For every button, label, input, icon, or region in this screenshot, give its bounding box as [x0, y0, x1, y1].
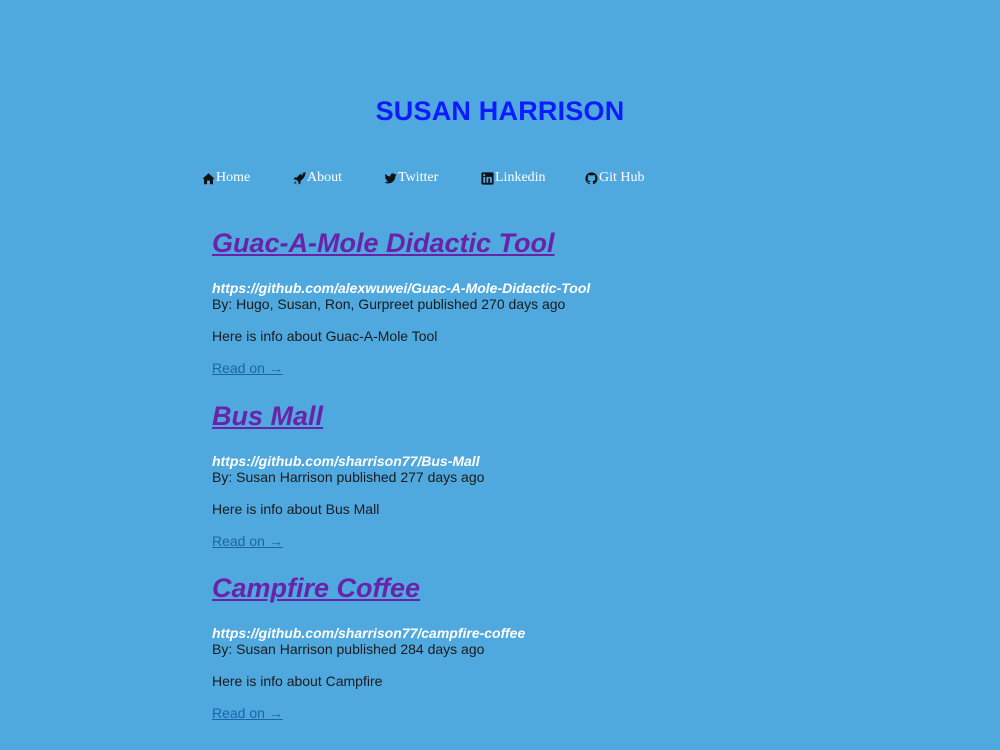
- nav-about-link[interactable]: About: [293, 170, 342, 186]
- nav-github-label: Git Hub: [599, 170, 645, 185]
- nav-linkedin-link[interactable]: Linkedin: [481, 170, 546, 186]
- post-title-link[interactable]: Guac-A-Mole Didactic Tool: [212, 225, 772, 261]
- nav-about-label: About: [307, 170, 342, 185]
- twitter-icon: [384, 172, 398, 185]
- post-summary: Here is info about Campfire: [212, 673, 383, 689]
- nav-twitter-label: Twitter: [398, 170, 439, 185]
- post-byline: By: Susan Harrison published 284 days ag…: [212, 641, 485, 657]
- post-bus-mall: Bus Mall https://github.com/sharrison77/…: [212, 398, 772, 551]
- post-guac-a-mole: Guac-A-Mole Didactic Tool https://github…: [212, 225, 772, 378]
- main-nav: Home About Twitter Linkedin Git Hub: [0, 170, 1000, 190]
- post-title-link[interactable]: Campfire Coffee: [212, 570, 772, 606]
- nav-home-link[interactable]: Home: [202, 170, 250, 186]
- github-icon: [585, 171, 599, 185]
- post-repo-url: https://github.com/sharrison77/Bus-Mall: [212, 453, 480, 469]
- rocket-icon: [293, 171, 307, 185]
- home-icon: [202, 172, 216, 185]
- read-on-link[interactable]: Read on →: [212, 705, 283, 721]
- post-byline: By: Susan Harrison published 277 days ag…: [212, 469, 485, 485]
- read-on-link[interactable]: Read on →: [212, 533, 283, 549]
- nav-linkedin-label: Linkedin: [495, 170, 546, 185]
- post-repo-url: https://github.com/sharrison77/campfire-…: [212, 625, 526, 641]
- post-campfire-coffee: Campfire Coffee https://github.com/sharr…: [212, 570, 772, 723]
- post-byline: By: Hugo, Susan, Ron, Gurpreet published…: [212, 296, 566, 312]
- post-summary: Here is info about Bus Mall: [212, 501, 380, 517]
- post-title-link[interactable]: Bus Mall: [212, 398, 772, 434]
- nav-home-label: Home: [216, 170, 251, 185]
- site-title: SUSAN HARRISON: [375, 96, 625, 126]
- post-repo-url: https://github.com/alexwuwei/Guac-A-Mole…: [212, 280, 591, 296]
- read-on-link[interactable]: Read on →: [212, 360, 283, 376]
- linkedin-icon: [481, 171, 495, 185]
- post-summary: Here is info about Guac-A-Mole Tool: [212, 328, 438, 344]
- nav-twitter-link[interactable]: Twitter: [384, 170, 438, 186]
- nav-github-link[interactable]: Git Hub: [585, 170, 645, 186]
